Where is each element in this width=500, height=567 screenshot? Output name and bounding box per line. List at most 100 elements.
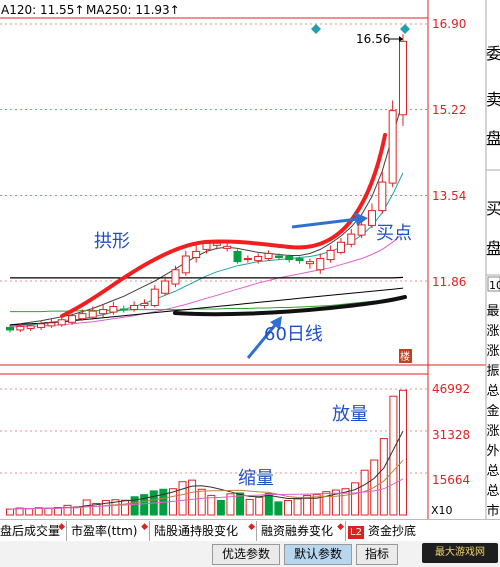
volume-tick-label: 46992 xyxy=(432,382,470,396)
indicator-button[interactable]: 指标 xyxy=(356,544,398,565)
candle-body xyxy=(181,255,190,274)
volume-bar xyxy=(25,508,34,516)
volume-bar xyxy=(274,501,283,516)
candle-body xyxy=(57,319,66,326)
star-icon: ◆ xyxy=(337,522,344,532)
side-panel-label: 卖 xyxy=(486,90,500,109)
candle-body xyxy=(37,323,46,328)
tab-label: 陆股通持股变化 xyxy=(154,524,239,538)
side-panel-label: 总 xyxy=(486,484,500,499)
candle-body xyxy=(192,250,201,259)
ma60-label: 60日线 xyxy=(264,324,323,345)
price-tick-label: 11.86 xyxy=(432,275,466,289)
volume-unit-label: X10 xyxy=(431,504,453,517)
volume-bar xyxy=(44,507,53,516)
candle-body xyxy=(119,308,128,311)
star-icon: ◆ xyxy=(58,522,65,532)
side-panel-label: 总 xyxy=(486,464,500,479)
optimize-params-button[interactable]: 优选参数 xyxy=(212,544,280,565)
tab-label: 融资融券变化 xyxy=(261,524,334,538)
volume-bar xyxy=(264,493,273,516)
volume-bar xyxy=(351,482,360,516)
candle-body xyxy=(130,304,139,311)
signal-diamond-icon[interactable] xyxy=(311,24,321,34)
candle-body xyxy=(223,245,232,249)
candle-body xyxy=(212,242,221,246)
expand-volume-label: 放量 xyxy=(332,404,368,425)
tab-northbound-holdings[interactable]: 陆股通持股变化 ◆ xyxy=(150,521,257,541)
candle-body xyxy=(357,224,366,236)
side-panel-label: 总 xyxy=(486,384,500,399)
price-tick-label: 15.22 xyxy=(432,103,466,117)
candle-body xyxy=(274,255,283,259)
shrink-volume-label: 缩量 xyxy=(238,468,274,489)
indicator-tab-bar: 盘后成交量 ◆ 市盈率(ttm) ◆ 陆股通持股变化 ◆ 融资融券变化 ◆ L2 资金抄底 xyxy=(0,519,500,543)
default-params-button[interactable]: 默认参数 xyxy=(284,544,352,565)
candle-body xyxy=(388,110,397,184)
volume-bar xyxy=(63,504,72,516)
tab-margin-trading[interactable]: 融资融券变化 ◆ xyxy=(257,521,346,541)
volume-bar xyxy=(293,498,302,516)
candle-body xyxy=(109,305,118,313)
side-panel-label: 涨 xyxy=(486,424,500,439)
stock-chart-window: A120: 11.55↑ MA250: 11.93↑ 16.90 15.22 1… xyxy=(0,0,500,567)
candle-body xyxy=(378,181,387,212)
buy-point-arrow-head-icon xyxy=(354,212,368,226)
volume-bar xyxy=(245,498,254,516)
candle-body xyxy=(254,256,263,262)
volume-bar xyxy=(389,395,398,516)
candle-body xyxy=(171,269,180,285)
arch-annotation-label: 拱形 xyxy=(94,231,130,252)
side-panel-label: 市 xyxy=(486,504,500,519)
moving-average-lines xyxy=(9,100,404,328)
star-icon: ◆ xyxy=(248,522,255,532)
tab-pe-ratio[interactable]: 市盈率(ttm) ◆ xyxy=(67,521,150,541)
volume-tick-label: 31328 xyxy=(432,428,470,442)
signal-diamond-icon[interactable] xyxy=(400,24,410,34)
volume-bar xyxy=(283,500,292,516)
ma250-line xyxy=(10,276,404,279)
candle-body xyxy=(68,315,77,323)
side-panel-label: 金 xyxy=(486,404,500,419)
marker-badge-label: 楼 xyxy=(400,350,410,363)
price-tick-label: 13.54 xyxy=(432,189,466,203)
ma5-line xyxy=(9,100,404,326)
tab-after-hours-volume[interactable]: 盘后成交量 ◆ xyxy=(0,521,67,541)
candle-body xyxy=(233,250,242,263)
volume-tick-label: 15664 xyxy=(432,473,470,487)
side-panel-label: 涨 xyxy=(486,344,500,359)
chart-canvas[interactable]: A120: 11.55↑ MA250: 11.93↑ 16.90 15.22 1… xyxy=(0,0,500,519)
volume-bar xyxy=(188,479,197,516)
candle-body xyxy=(47,322,56,327)
candlesticks xyxy=(6,34,407,333)
volume-bar xyxy=(379,438,388,516)
candle-body xyxy=(202,242,211,250)
candle-body xyxy=(16,325,25,331)
ma120-label: A120: 11.55↑ xyxy=(1,3,84,17)
candle-body xyxy=(140,302,149,306)
side-panel-label: 委 xyxy=(486,44,500,63)
candle-body xyxy=(88,310,97,318)
side-panel-label: 最 xyxy=(486,304,500,319)
side-panel-label: 盘 xyxy=(486,239,500,258)
candle-body xyxy=(347,233,356,245)
volume-gridlines xyxy=(0,388,428,474)
volume-bar xyxy=(197,488,206,516)
candle-body xyxy=(150,288,159,306)
volume-bar xyxy=(121,499,130,516)
side-panel-label: 买 xyxy=(486,199,500,218)
volume-bar xyxy=(178,481,187,516)
candle-body xyxy=(295,258,304,262)
candle-body xyxy=(78,313,87,320)
volume-bar xyxy=(216,500,225,516)
candle-body xyxy=(285,256,294,261)
volume-bar xyxy=(255,496,264,516)
candle-body xyxy=(264,252,273,260)
side-panel-label: 振 xyxy=(486,364,500,379)
volume-bar xyxy=(399,389,407,516)
ma250-label: MA250: 11.93↑ xyxy=(86,3,180,17)
tab-label: 盘后成交量 xyxy=(0,524,61,538)
tab-bottom-fishing-funds[interactable]: L2 资金抄底 xyxy=(346,521,432,541)
site-logo: 最大游戏网 xyxy=(422,543,498,563)
candle-body xyxy=(26,325,35,329)
